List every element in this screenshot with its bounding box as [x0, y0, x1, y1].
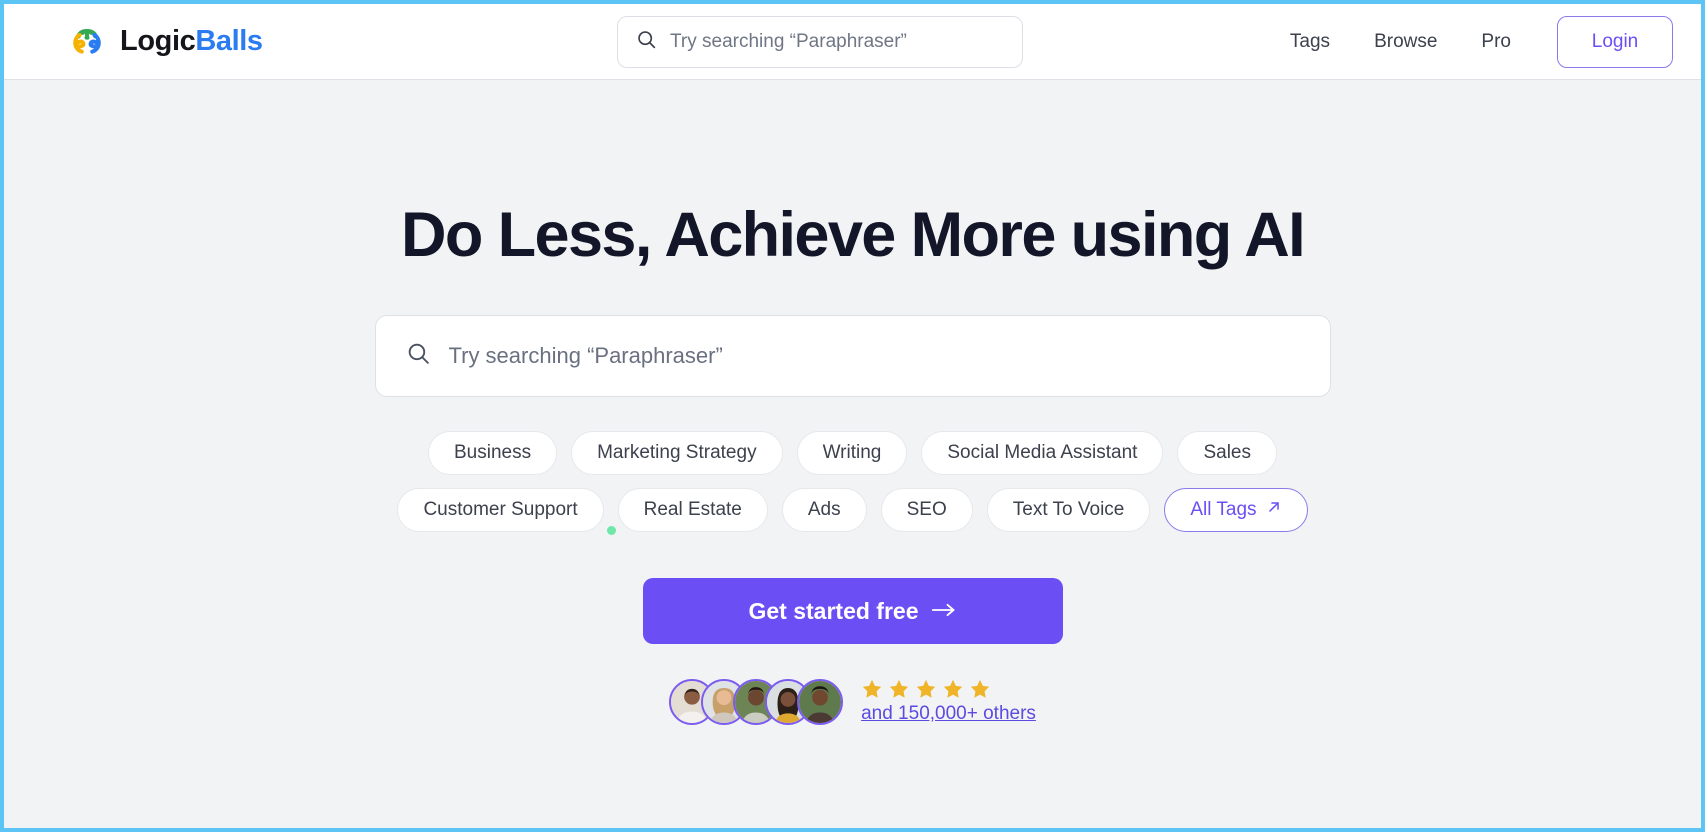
- all-tags-label: All Tags: [1190, 499, 1257, 521]
- header-search-input[interactable]: Try searching “Paraphraser”: [617, 16, 1023, 68]
- tag-text-to-voice[interactable]: Text To Voice: [986, 488, 1151, 533]
- star-filled-icon: [915, 678, 937, 700]
- tag-writing[interactable]: Writing: [796, 431, 908, 476]
- star-filled-icon: [942, 678, 964, 700]
- get-started-button[interactable]: Get started free: [642, 578, 1063, 645]
- brand-name-accent: Balls: [195, 25, 263, 57]
- hero-search-placeholder: Try searching “Paraphraser”: [448, 343, 723, 369]
- tag-marketing-strategy[interactable]: Marketing Strategy: [571, 431, 783, 476]
- all-tags-button[interactable]: All Tags: [1164, 488, 1308, 533]
- avatar[interactable]: [797, 678, 844, 725]
- arrow-up-right-icon: [1266, 499, 1282, 521]
- tag-real-estate[interactable]: Real Estate: [617, 488, 768, 533]
- tag-social-media-assistant[interactable]: Social Media Assistant: [921, 431, 1164, 476]
- login-button[interactable]: Login: [1557, 15, 1673, 68]
- others-count-link[interactable]: and 150,000+ others: [861, 703, 1036, 725]
- hero-section: Do Less, Achieve More using AI Try searc…: [4, 80, 1701, 828]
- cta-container: Get started free: [606, 526, 1063, 645]
- search-icon: [406, 341, 431, 371]
- tag-ads[interactable]: Ads: [781, 488, 867, 533]
- header-nav: Tags Browse Pro Login: [1268, 15, 1673, 68]
- decorative-green-dot: [606, 526, 616, 536]
- site-header: LogicBalls Try searching “Paraphraser” T…: [4, 4, 1701, 80]
- social-proof: and 150,000+ others: [669, 678, 1036, 725]
- header-search-placeholder: Try searching “Paraphraser”: [670, 31, 907, 52]
- tag-sales[interactable]: Sales: [1177, 431, 1277, 476]
- brand-name-primary: Logic: [120, 25, 196, 57]
- avatar-group: [669, 678, 844, 725]
- star-rating: [861, 678, 1036, 700]
- arrow-right-icon: [931, 598, 957, 625]
- nav-item-pro[interactable]: Pro: [1459, 21, 1533, 63]
- page-title: Do Less, Achieve More using AI: [400, 200, 1306, 270]
- logicballs-logo-icon: [66, 21, 108, 63]
- nav-item-browse[interactable]: Browse: [1352, 21, 1459, 63]
- star-filled-icon: [861, 678, 883, 700]
- browser-viewport: LogicBalls Try searching “Paraphraser” T…: [4, 4, 1701, 828]
- search-icon: [636, 29, 657, 55]
- star-filled-icon: [888, 678, 910, 700]
- star-filled-icon: [969, 678, 991, 700]
- nav-item-tags[interactable]: Tags: [1268, 21, 1352, 63]
- tag-seo[interactable]: SEO: [880, 488, 973, 533]
- hero-search-input[interactable]: Try searching “Paraphraser”: [374, 315, 1331, 398]
- tag-business[interactable]: Business: [428, 431, 558, 476]
- rating-block: and 150,000+ others: [861, 678, 1036, 725]
- tag-customer-support[interactable]: Customer Support: [397, 488, 604, 533]
- brand-name: LogicBalls: [120, 25, 263, 58]
- brand-logo[interactable]: LogicBalls: [66, 21, 263, 63]
- tag-list: Business Marketing Strategy Writing Soci…: [353, 431, 1353, 533]
- get-started-label: Get started free: [748, 597, 919, 624]
